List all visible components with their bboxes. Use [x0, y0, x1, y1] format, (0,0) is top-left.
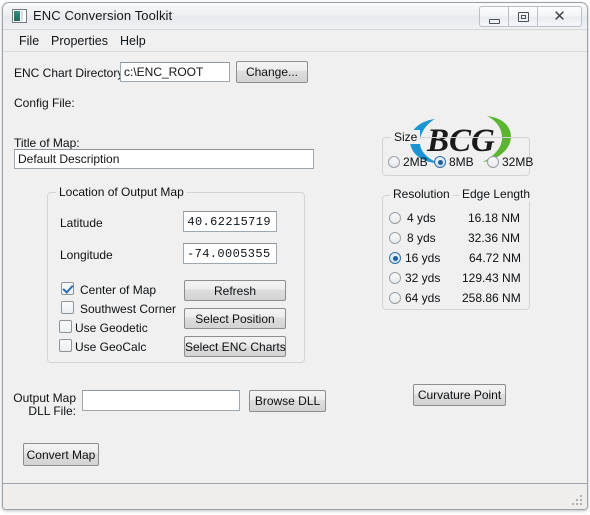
status-bar: [3, 483, 587, 509]
radio-resolution-4yds-label: 4 yds: [407, 211, 436, 225]
application-window: ENC Conversion Toolkit ✕ File Properties…: [0, 0, 590, 515]
edge-length-32yds: 129.43 NM: [462, 271, 521, 285]
edge-length-4yds: 16.18 NM: [468, 211, 521, 225]
edge-length-64yds: 258.86 NM: [462, 291, 521, 305]
checkbox-center-of-map[interactable]: [61, 282, 74, 295]
size-group-legend: Size: [391, 130, 421, 144]
checkbox-use-geodetic[interactable]: [59, 320, 72, 333]
radio-resolution-16yds[interactable]: [389, 252, 401, 264]
radio-resolution-32yds[interactable]: [389, 272, 401, 284]
enc-chart-directory-label: ENC Chart Directory: [14, 66, 124, 80]
title-of-map-input[interactable]: [14, 149, 314, 169]
maximize-button[interactable]: [508, 6, 537, 27]
edge-length-16yds: 64.72 NM: [469, 251, 522, 265]
edge-length-column-header: Edge Length: [459, 187, 534, 201]
latitude-label: Latitude: [60, 216, 103, 230]
minimize-icon: [489, 19, 500, 24]
latitude-input[interactable]: [183, 211, 277, 232]
window-title: ENC Conversion Toolkit: [33, 8, 173, 23]
radio-resolution-64yds-label: 64 yds: [405, 291, 441, 305]
browse-dll-button[interactable]: Browse DLL: [249, 390, 326, 412]
output-map-dll-label-line1: Output Map: [13, 391, 76, 405]
checkbox-southwest-corner[interactable]: [61, 301, 74, 314]
radio-size-2mb-label: 2MB: [403, 155, 428, 169]
longitude-label: Longitude: [60, 248, 113, 262]
checkbox-southwest-corner-label: Southwest Corner: [80, 302, 177, 316]
output-map-dll-label-line2: DLL File:: [28, 404, 76, 418]
checkbox-use-geodetic-label: Use Geodetic: [75, 321, 148, 335]
radio-size-8mb-label: 8MB: [449, 155, 474, 169]
maximize-icon: [518, 12, 529, 22]
checkbox-use-geocalc[interactable]: [59, 339, 72, 352]
app-icon: [12, 9, 27, 23]
close-button[interactable]: ✕: [537, 6, 582, 27]
radio-resolution-4yds[interactable]: [389, 212, 401, 224]
resize-grip[interactable]: [571, 494, 584, 507]
output-map-dll-input[interactable]: [82, 390, 240, 411]
radio-resolution-64yds[interactable]: [389, 292, 401, 304]
title-of-map-label: Title of Map:: [14, 136, 80, 150]
longitude-input[interactable]: [183, 243, 277, 264]
checkbox-use-geocalc-label: Use GeoCalc: [75, 340, 147, 354]
location-group-legend: Location of Output Map: [56, 185, 187, 199]
radio-resolution-8yds[interactable]: [389, 232, 401, 244]
curvature-point-button[interactable]: Curvature Point: [413, 384, 506, 406]
enc-chart-directory-input[interactable]: [120, 62, 230, 82]
config-file-label: Config File:: [14, 96, 75, 110]
radio-resolution-32yds-label: 32 yds: [405, 271, 441, 285]
radio-size-32mb[interactable]: [487, 156, 499, 168]
convert-map-button[interactable]: Convert Map: [23, 443, 99, 466]
radio-size-2mb[interactable]: [388, 156, 400, 168]
app-icon-swatch-mid: [21, 11, 23, 21]
app-icon-swatch-left: [14, 11, 20, 21]
minimize-button[interactable]: [479, 6, 508, 27]
checkbox-center-of-map-label: Center of Map: [80, 283, 157, 297]
menu-item-file[interactable]: File: [15, 33, 43, 49]
title-bar: ENC Conversion Toolkit ✕: [3, 3, 587, 30]
radio-resolution-16yds-label: 16 yds: [405, 251, 441, 265]
radio-size-32mb-label: 32MB: [502, 155, 534, 169]
window-frame: ENC Conversion Toolkit ✕ File Properties…: [2, 2, 588, 510]
resolution-column-header: Resolution: [390, 187, 453, 201]
menu-item-properties[interactable]: Properties: [47, 33, 112, 49]
refresh-button[interactable]: Refresh: [184, 280, 286, 301]
close-icon: ✕: [553, 7, 566, 25]
window-controls: ✕: [479, 6, 582, 27]
radio-size-8mb[interactable]: [434, 156, 446, 168]
menu-bar: File Properties Help: [3, 30, 587, 52]
radio-resolution-8yds-label: 8 yds: [407, 231, 436, 245]
edge-length-8yds: 32.36 NM: [468, 231, 521, 245]
client-area: BCG ENC Chart Directory Change... Config…: [3, 52, 587, 484]
select-enc-charts-button[interactable]: Select ENC Charts: [184, 336, 286, 357]
select-position-button[interactable]: Select Position: [184, 308, 286, 329]
menu-item-help[interactable]: Help: [116, 33, 150, 49]
change-button[interactable]: Change...: [236, 61, 308, 83]
